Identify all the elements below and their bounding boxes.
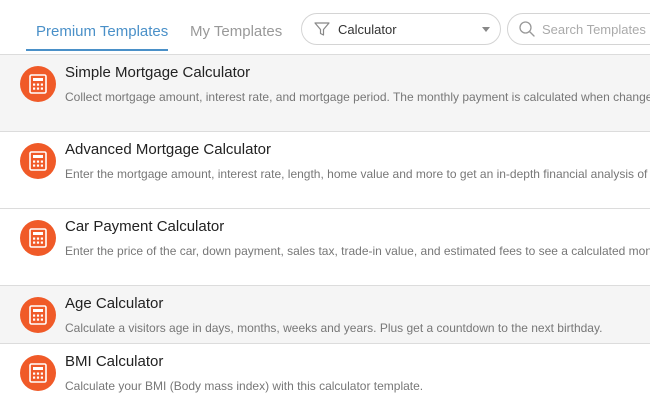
- template-item-age[interactable]: Age Calculator Calculate a visitors age …: [0, 285, 650, 343]
- template-item-car-payment[interactable]: Car Payment Calculator Enter the price o…: [0, 208, 650, 285]
- funnel-icon: [314, 22, 330, 36]
- search-icon: [519, 21, 535, 37]
- template-description: Enter the price of the car, down payment…: [65, 244, 650, 258]
- tab-premium-templates[interactable]: Premium Templates: [36, 23, 168, 40]
- template-title: Car Payment Calculator: [65, 218, 225, 235]
- chevron-down-icon: [482, 27, 490, 32]
- template-list: Simple Mortgage Calculator Collect mortg…: [0, 54, 650, 401]
- template-description: Collect mortgage amount, interest rate, …: [65, 90, 650, 104]
- search-box[interactable]: [507, 13, 650, 45]
- template-item-advanced-mortgage[interactable]: Advanced Mortgage Calculator Enter the m…: [0, 131, 650, 208]
- filter-value: Calculator: [338, 21, 397, 37]
- template-title: BMI Calculator: [65, 353, 164, 370]
- template-item-bmi[interactable]: BMI Calculator Calculate your BMI (Body …: [0, 343, 650, 401]
- template-description: Calculate your BMI (Body mass index) wit…: [65, 379, 424, 393]
- tab-my-templates[interactable]: My Templates: [190, 23, 282, 40]
- template-title: Advanced Mortgage Calculator: [65, 141, 271, 158]
- template-item-simple-mortgage[interactable]: Simple Mortgage Calculator Collect mortg…: [0, 54, 650, 131]
- active-tab-indicator: [26, 49, 168, 51]
- template-description: Enter the mortgage amount, interest rate…: [65, 167, 650, 181]
- template-title: Age Calculator: [65, 295, 164, 312]
- category-filter-select[interactable]: Calculator: [301, 13, 501, 45]
- search-input[interactable]: [542, 21, 650, 37]
- template-description: Calculate a visitors age in days, months…: [65, 321, 603, 335]
- toolbar: Premium Templates My Templates Calculato…: [0, 0, 650, 54]
- template-title: Simple Mortgage Calculator: [65, 64, 251, 81]
